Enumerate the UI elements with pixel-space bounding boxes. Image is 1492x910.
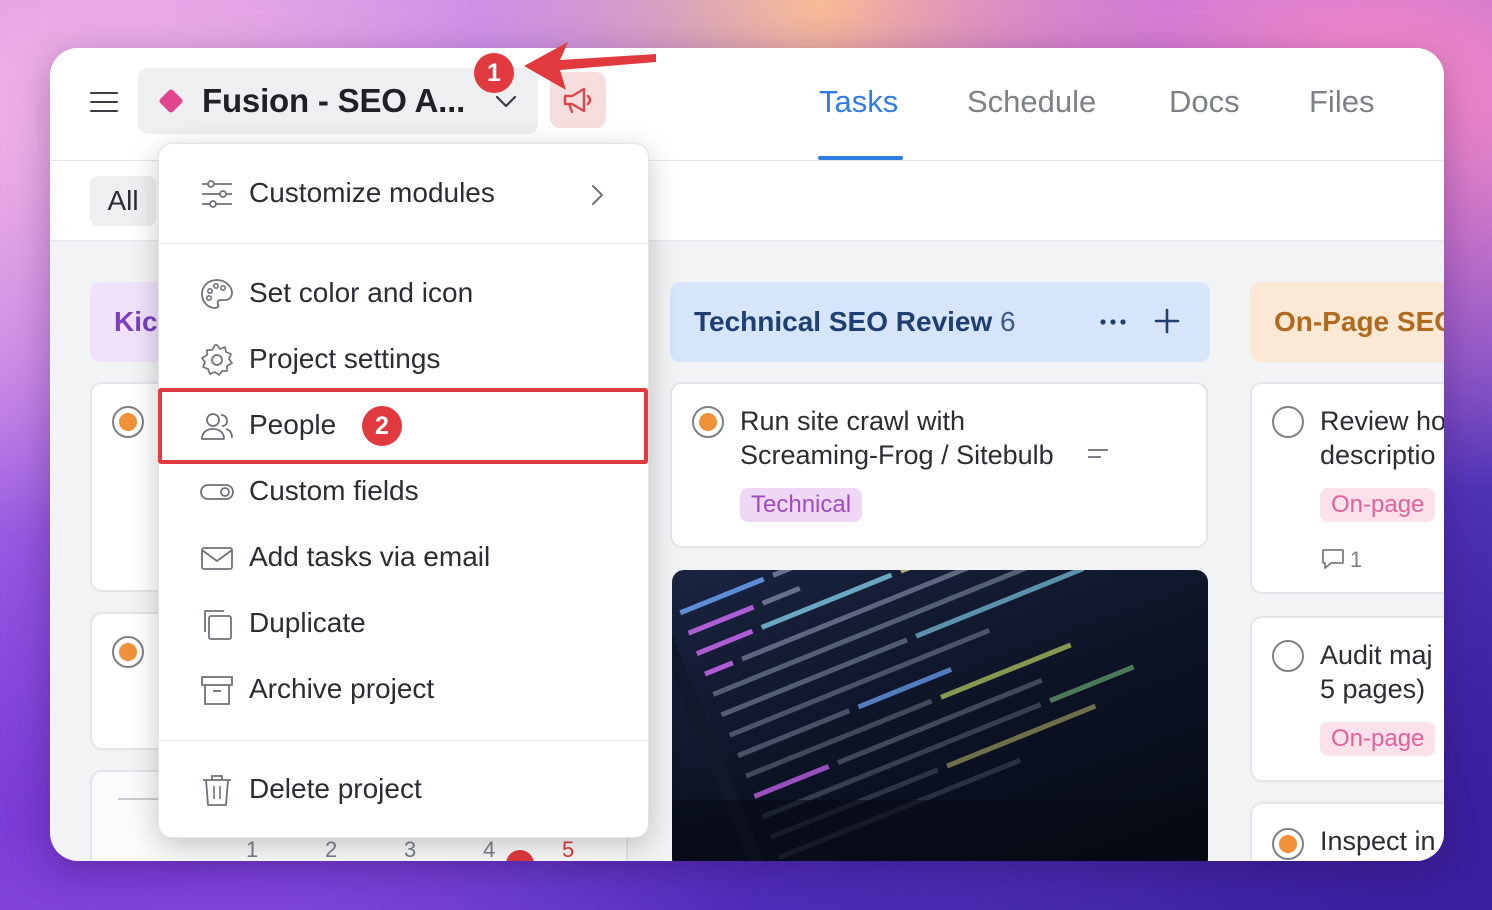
column-title: Technical SEO Review bbox=[694, 306, 993, 337]
column-title: On-Page SEO bbox=[1274, 306, 1444, 337]
calendar-marker bbox=[506, 850, 534, 861]
tab-tasks[interactable]: Tasks bbox=[819, 84, 898, 120]
task-card[interactable]: Run site crawl with Screaming-Frog / Sit… bbox=[670, 382, 1208, 548]
tab-docs[interactable]: Docs bbox=[1169, 84, 1240, 120]
menu-item-archive-project[interactable]: Archive project bbox=[159, 660, 648, 720]
menu-divider bbox=[159, 243, 648, 244]
step-badge-2: 2 bbox=[362, 406, 402, 446]
menu-item-label: Delete project bbox=[249, 773, 422, 804]
menu-item-label: Duplicate bbox=[249, 607, 366, 638]
arrow-annotation-icon bbox=[524, 42, 656, 90]
chevron-down-icon bbox=[495, 95, 517, 108]
envelope-icon bbox=[201, 547, 233, 570]
menu-item-label: Archive project bbox=[249, 673, 435, 704]
status-radio[interactable] bbox=[692, 406, 724, 438]
task-title-line: Run site crawl with bbox=[740, 406, 966, 436]
status-radio[interactable] bbox=[1272, 640, 1304, 672]
tag-on-page: On-page bbox=[1320, 488, 1436, 522]
task-title-line: Review ho bbox=[1320, 406, 1444, 436]
project-options-menu: Customize modules Set color and icon Pro… bbox=[158, 143, 649, 838]
task-title-line: Inspect in bbox=[1320, 826, 1436, 856]
menu-divider bbox=[159, 740, 648, 741]
filter-all-chip[interactable]: All bbox=[90, 176, 156, 226]
comment-count: 1 bbox=[1350, 547, 1363, 572]
task-title-line: Screaming-Frog / Sitebulb bbox=[740, 440, 1054, 470]
tab-files[interactable]: Files bbox=[1309, 84, 1374, 120]
add-task-icon[interactable] bbox=[1152, 306, 1182, 336]
task-title-line: 5 pages) bbox=[1320, 674, 1426, 704]
menu-item-set-color-and-icon[interactable]: Set color and icon bbox=[159, 264, 648, 324]
tag-on-page: On-page bbox=[1320, 722, 1436, 756]
step-badge-1: 1 bbox=[474, 53, 514, 93]
column-header-on-page-seo[interactable]: On-Page SEO bbox=[1250, 282, 1444, 362]
archive-icon bbox=[201, 676, 233, 705]
trash-icon bbox=[203, 775, 231, 806]
menu-item-label: Add tasks via email bbox=[249, 541, 491, 572]
menu-item-label: Project settings bbox=[249, 343, 441, 374]
more-options-icon[interactable] bbox=[1098, 308, 1128, 336]
active-tab-indicator bbox=[818, 156, 903, 160]
project-title: Fusion - SEO A... bbox=[202, 82, 466, 119]
task-card[interactable]: Inspect in bbox=[1250, 802, 1444, 861]
menu-item-label: Customize modules bbox=[249, 177, 495, 208]
toggle-icon bbox=[200, 484, 234, 500]
menu-item-custom-fields[interactable]: Custom fields bbox=[159, 462, 648, 522]
project-diamond-icon bbox=[158, 88, 184, 114]
description-icon bbox=[1088, 449, 1108, 458]
task-title-line: descriptio bbox=[1320, 440, 1436, 470]
task-card[interactable]: Audit maj 5 pages) On-page bbox=[1250, 616, 1444, 782]
menu-item-customize-modules[interactable]: Customize modules bbox=[159, 164, 648, 224]
duplicate-icon bbox=[204, 610, 232, 640]
column-header-technical-seo-review[interactable]: Technical SEO Review 6 bbox=[670, 282, 1210, 362]
gear-icon bbox=[201, 344, 233, 376]
code-cover-image bbox=[672, 570, 1208, 861]
sliders-icon bbox=[202, 180, 232, 208]
status-radio[interactable] bbox=[112, 406, 144, 438]
status-radio[interactable] bbox=[1272, 406, 1304, 438]
menu-item-delete-project[interactable]: Delete project bbox=[159, 760, 648, 820]
comment-icon bbox=[1322, 549, 1344, 569]
menu-item-label: Set color and icon bbox=[249, 277, 474, 308]
task-title-line: Audit maj bbox=[1320, 640, 1433, 670]
tag-technical: Technical bbox=[740, 488, 863, 522]
menu-item-project-settings[interactable]: Project settings bbox=[159, 330, 648, 390]
menu-item-duplicate[interactable]: Duplicate bbox=[159, 594, 648, 654]
task-card[interactable]: Review ho descriptio On-page 1 bbox=[1250, 382, 1444, 594]
status-radio[interactable] bbox=[112, 636, 144, 668]
people-highlight-box bbox=[158, 388, 648, 464]
status-radio[interactable] bbox=[1272, 828, 1304, 860]
menu-item-add-tasks-via-email[interactable]: Add tasks via email bbox=[159, 528, 648, 588]
menu-item-label: Custom fields bbox=[249, 475, 419, 506]
column-title: Kic bbox=[114, 306, 158, 337]
code-screen-illustration bbox=[672, 570, 1208, 861]
tab-schedule[interactable]: Schedule bbox=[967, 84, 1096, 120]
hamburger-menu-icon[interactable] bbox=[90, 92, 118, 112]
palette-icon bbox=[201, 279, 233, 309]
chevron-right-icon bbox=[592, 185, 603, 205]
column-count: 6 bbox=[1000, 306, 1016, 337]
